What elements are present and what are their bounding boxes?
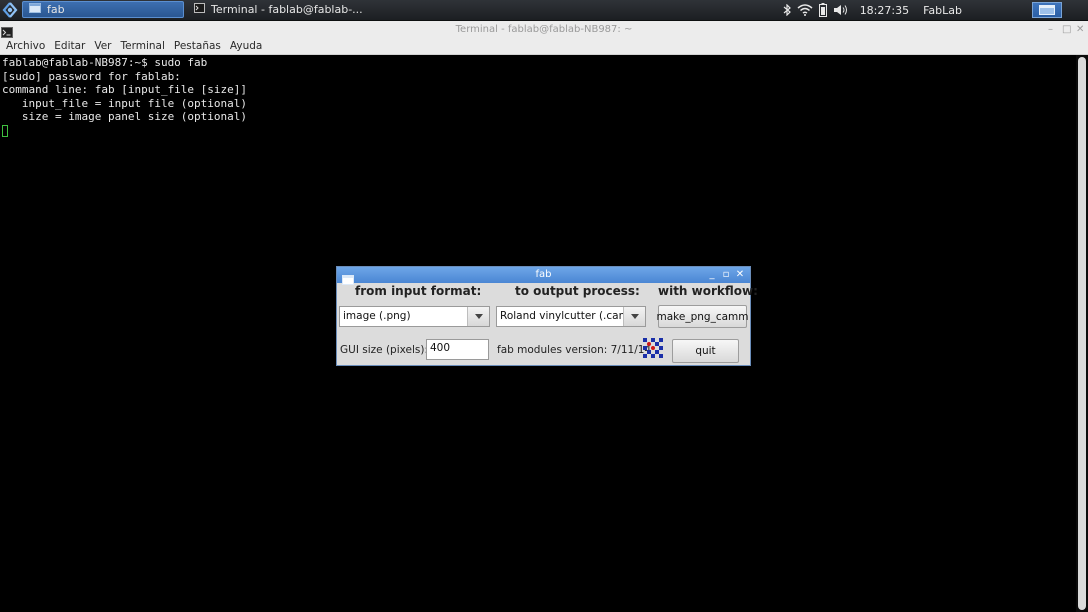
menu-archivo[interactable]: Archivo (6, 40, 45, 52)
dropdown-arrow-icon[interactable] (623, 307, 645, 326)
scrollbar-thumb[interactable] (1078, 57, 1086, 610)
terminal-line: command line: fab [input_file [size]] (2, 83, 248, 96)
input-format-value: image (.png) (343, 310, 411, 322)
output-process-select[interactable]: Roland vinylcutter (.camm (496, 306, 646, 327)
maximize-button[interactable]: ▫ (720, 267, 732, 283)
terminal-line: size = image panel size (optional) (2, 110, 248, 123)
fab-title: fab (535, 269, 552, 280)
terminal-line: [sudo] password for fablab: (2, 69, 181, 83)
volume-icon[interactable] (832, 0, 850, 20)
terminal-menubar: Archivo Editar Ver Terminal Pestañas Ayu… (0, 38, 1088, 55)
taskbar-item-terminal[interactable]: Terminal - fablab@fablab-... (188, 1, 366, 18)
bluetooth-icon[interactable] (778, 0, 796, 20)
terminal-icon (194, 3, 205, 16)
top-panel: fab Terminal - fablab@fablab-... 18:27:3… (0, 0, 1088, 21)
menu-terminal[interactable]: Terminal (121, 40, 165, 52)
terminal-line: input_file = input file (optional) (2, 96, 248, 110)
minimize-button[interactable]: – (1048, 21, 1053, 38)
input-format-heading: from input format: (355, 284, 482, 298)
gui-size-label: GUI size (pixels): (340, 344, 429, 356)
hostname-label: FabLab (923, 3, 962, 17)
gui-size-input[interactable]: 400 (426, 339, 489, 360)
terminal-line: fablab@fablab-NB987:~$ sudo fab (2, 56, 208, 69)
taskbar-item-label: fab (47, 3, 65, 16)
fab-dialog: fab _ ▫ ✕ from input format: to output p… (336, 266, 758, 366)
terminal-cursor (2, 124, 8, 137)
menu-editar[interactable]: Editar (54, 40, 85, 52)
menu-ayuda[interactable]: Ayuda (230, 40, 262, 52)
battery-icon[interactable] (814, 0, 832, 20)
terminal-title: Terminal - fablab@fablab-NB987: ~ (455, 24, 633, 35)
workflow-button[interactable]: make_png_camm (657, 305, 749, 328)
window-icon (29, 3, 41, 16)
terminal-titlebar[interactable]: Terminal - fablab@fablab-NB987: ~ – □ ✕ (0, 21, 1088, 39)
taskbar-item-label: Terminal - fablab@fablab-... (211, 3, 363, 16)
taskbar-item-fab[interactable]: fab (22, 1, 184, 18)
output-process-heading: to output process: (515, 284, 640, 298)
applications-menu-icon[interactable] (0, 0, 20, 20)
workflow-heading: with workflow: (658, 284, 758, 298)
dropdown-arrow-icon[interactable] (467, 307, 489, 326)
close-button[interactable]: ✕ (734, 267, 746, 283)
maximize-button[interactable]: □ (1062, 21, 1071, 38)
show-desktop-button[interactable] (1032, 2, 1062, 18)
system-tray: 18:27:35 FabLab (778, 0, 1088, 20)
close-button[interactable]: ✕ (1076, 21, 1084, 38)
desktop-icon (1039, 5, 1055, 15)
menu-ver[interactable]: Ver (94, 40, 111, 52)
wifi-icon[interactable] (796, 0, 814, 20)
fab-logo-icon (643, 338, 663, 358)
terminal-scrollbar[interactable] (1076, 55, 1088, 612)
quit-button[interactable]: quit (672, 339, 739, 363)
clock[interactable]: 18:27:35 (860, 4, 909, 17)
minimize-button[interactable]: _ (706, 267, 718, 283)
menu-pestanas[interactable]: Pestañas (174, 40, 221, 52)
output-process-value: Roland vinylcutter (.camm (500, 310, 623, 322)
version-label: fab modules version: 7/11/14 (497, 344, 652, 356)
input-format-select[interactable]: image (.png) (339, 306, 490, 327)
fab-titlebar[interactable]: fab _ ▫ ✕ (337, 267, 750, 285)
